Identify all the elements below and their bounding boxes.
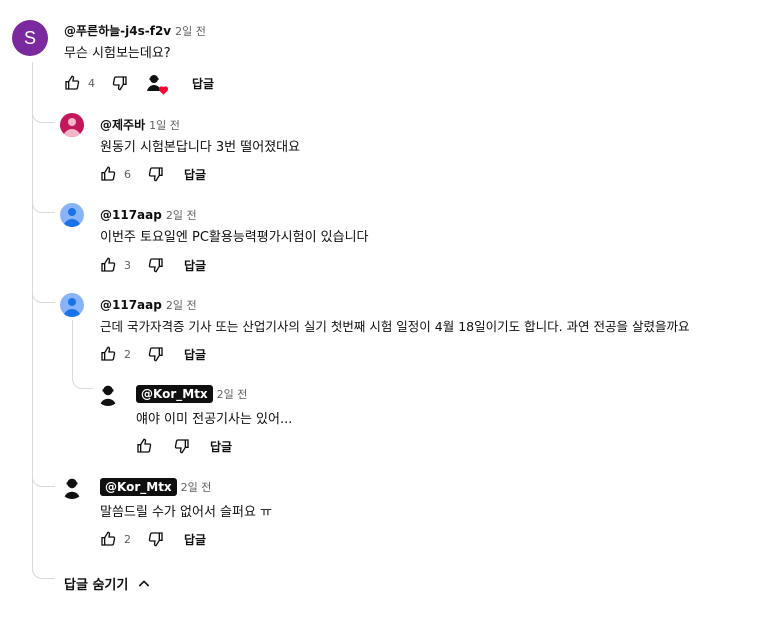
comment-actions: 4 답글 bbox=[62, 72, 214, 95]
reply-text: 얘야 이미 전공기사는 있어... bbox=[136, 412, 293, 427]
reply-time[interactable]: 2일 전 bbox=[217, 388, 248, 401]
thumbs-down-icon bbox=[174, 439, 189, 454]
reply-button[interactable]: 답글 bbox=[184, 346, 206, 363]
person-icon bbox=[63, 298, 81, 317]
reply-header: @Kor_Mtx 2일 전 bbox=[100, 476, 211, 496]
comment-time[interactable]: 2일 전 bbox=[175, 25, 206, 38]
thumbs-up-icon bbox=[101, 346, 116, 361]
reply-text: 말씀드릴 수가 없어서 슬퍼요 ㅠ bbox=[100, 505, 273, 520]
thumbs-down-icon bbox=[148, 532, 163, 547]
reply-text: 근데 국가자격증 기사 또는 산업기사의 실기 첫번째 시험 일정이 4월 18… bbox=[100, 319, 690, 334]
avatar-letter: S bbox=[23, 27, 36, 48]
reply-button[interactable]: 답글 bbox=[184, 257, 206, 274]
reply-actions: 2 답글 bbox=[98, 344, 206, 364]
person-icon bbox=[63, 118, 81, 137]
like-button[interactable] bbox=[98, 529, 118, 549]
reply-header: @117aap 2일 전 bbox=[100, 204, 197, 223]
thread-connector bbox=[32, 198, 55, 213]
creator-heart bbox=[144, 72, 169, 95]
like-count: 2 bbox=[124, 347, 131, 361]
reply-text: 이번주 토요일엔 PC활용능력평가시험이 있습니다 bbox=[100, 230, 369, 245]
creator-badge[interactable]: @Kor_Mtx bbox=[100, 478, 177, 496]
avatar[interactable] bbox=[60, 203, 84, 227]
reply-button[interactable]: 답글 bbox=[210, 438, 232, 455]
reply-button[interactable]: 답글 bbox=[184, 166, 206, 183]
hide-replies-button[interactable]: 답글 숨기기 bbox=[64, 574, 152, 593]
like-count: 3 bbox=[124, 258, 131, 272]
thumbs-up-icon bbox=[65, 75, 80, 90]
like-button[interactable] bbox=[62, 73, 82, 93]
like-button[interactable] bbox=[134, 436, 154, 456]
dislike-button[interactable] bbox=[146, 529, 166, 549]
dislike-button[interactable] bbox=[146, 255, 166, 275]
thread-line-main bbox=[32, 62, 33, 572]
person-icon bbox=[63, 208, 81, 227]
like-count: 6 bbox=[124, 167, 131, 181]
dislike-button[interactable] bbox=[146, 344, 166, 364]
reply-time[interactable]: 2일 전 bbox=[166, 299, 197, 312]
reply-time[interactable]: 2일 전 bbox=[166, 209, 197, 222]
avatar[interactable] bbox=[60, 293, 84, 317]
thumbs-down-icon bbox=[148, 258, 163, 273]
reply-author[interactable]: @117aap bbox=[100, 208, 162, 222]
thumbs-down-icon bbox=[148, 347, 163, 362]
reply-header: @제주바 1일 전 bbox=[100, 114, 180, 133]
reply-button[interactable]: 답글 bbox=[192, 75, 214, 92]
thread-connector-nested bbox=[72, 374, 93, 389]
thumbs-down-icon bbox=[112, 76, 127, 91]
reply-button[interactable]: 답글 bbox=[184, 531, 206, 548]
reply-author[interactable]: @제주바 bbox=[100, 118, 145, 132]
thread-connector bbox=[32, 288, 55, 303]
thread-connector bbox=[32, 472, 55, 487]
reply-author[interactable]: @117aap bbox=[100, 298, 162, 312]
creator-avatar[interactable] bbox=[60, 475, 84, 499]
dislike-button[interactable] bbox=[172, 436, 192, 456]
comment-text: 무슨 시험보는데요? bbox=[64, 46, 171, 61]
thread-connector bbox=[32, 564, 55, 579]
reply-actions: 3 답글 bbox=[98, 255, 206, 275]
hide-replies-label: 답글 숨기기 bbox=[64, 578, 129, 593]
thumbs-down-icon bbox=[148, 167, 163, 182]
dislike-button[interactable] bbox=[146, 164, 166, 184]
avatar[interactable]: S bbox=[12, 20, 48, 56]
creator-avatar[interactable] bbox=[96, 382, 120, 406]
reply-time[interactable]: 2일 전 bbox=[181, 481, 212, 494]
comment-header: @푸른하늘-j4s-f2v 2일 전 bbox=[64, 20, 206, 39]
reply-actions: 6 답글 bbox=[98, 164, 206, 184]
reply-time[interactable]: 1일 전 bbox=[149, 119, 180, 132]
like-button[interactable] bbox=[98, 164, 118, 184]
reply-actions: 2 답글 bbox=[98, 529, 206, 549]
like-count: 4 bbox=[88, 76, 95, 90]
thread-connector bbox=[32, 108, 55, 123]
like-button[interactable] bbox=[98, 255, 118, 275]
creator-badge[interactable]: @Kor_Mtx bbox=[136, 385, 213, 403]
creator-avatar-icon bbox=[99, 385, 117, 406]
thumbs-up-icon bbox=[137, 438, 152, 453]
reply-actions: 답글 bbox=[134, 436, 232, 456]
reply-header: @117aap 2일 전 bbox=[100, 294, 197, 313]
chevron-up-icon bbox=[139, 579, 150, 587]
heart-icon bbox=[158, 86, 169, 95]
comment-author[interactable]: @푸른하늘-j4s-f2v bbox=[64, 24, 171, 38]
reply-header: @Kor_Mtx 2일 전 bbox=[136, 383, 247, 403]
like-button[interactable] bbox=[98, 344, 118, 364]
thumbs-up-icon bbox=[101, 531, 116, 546]
creator-avatar-icon bbox=[63, 478, 81, 499]
avatar[interactable] bbox=[60, 113, 84, 137]
thread-line-nested bbox=[72, 320, 73, 374]
thumbs-up-icon bbox=[101, 166, 116, 181]
like-count: 2 bbox=[124, 532, 131, 546]
thumbs-up-icon bbox=[101, 257, 116, 272]
dislike-button[interactable] bbox=[110, 73, 130, 93]
reply-text: 원동기 시험본답니다 3번 떨어졌대요 bbox=[100, 140, 301, 155]
